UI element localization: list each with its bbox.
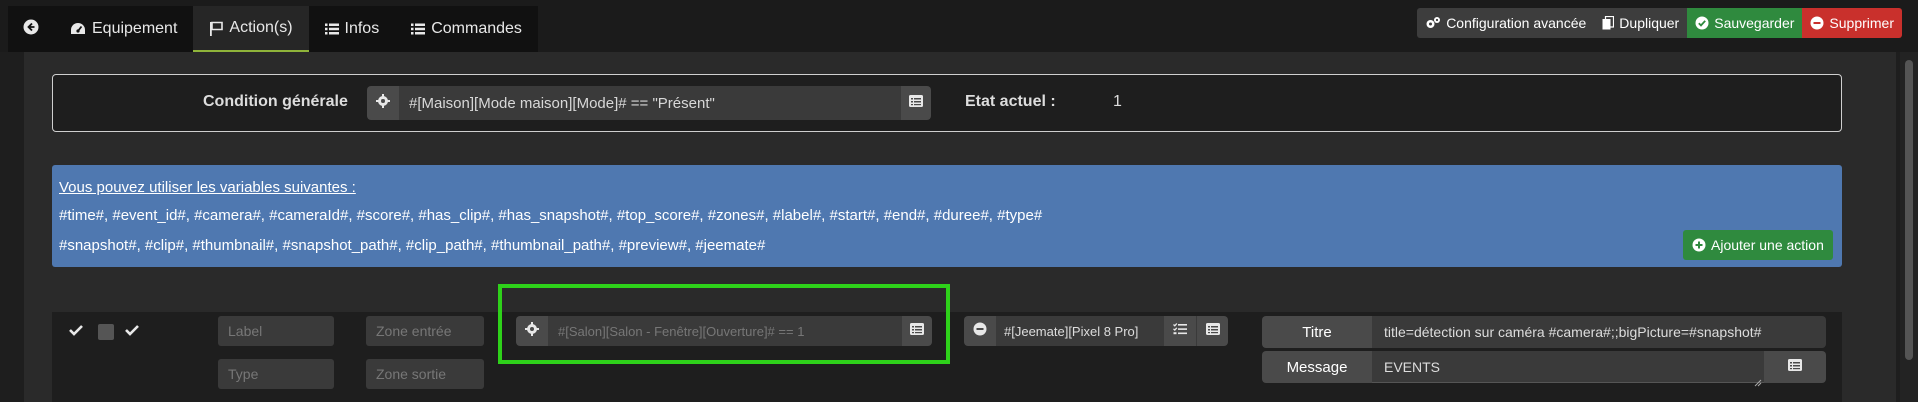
- arrow-left-circle-icon: [23, 19, 39, 40]
- supprimer-label: Supprimer: [1829, 15, 1894, 31]
- minus-circle-icon: [1810, 16, 1824, 30]
- gear-icon: [376, 93, 390, 113]
- zone-entree-input[interactable]: Zone entrée: [366, 316, 484, 346]
- command-tasks-button[interactable]: [1164, 316, 1196, 346]
- dupliquer-button[interactable]: Dupliquer: [1594, 8, 1688, 38]
- scrollbar-thumb[interactable]: [1905, 60, 1913, 360]
- tab-equipement-label: Equipement: [92, 20, 178, 37]
- minus-circle-icon: [973, 322, 987, 341]
- condition-list-button[interactable]: [901, 86, 931, 120]
- command-group: #[Jeemate][Pixel 8 Pro]: [964, 316, 1228, 346]
- label-input[interactable]: Label: [218, 316, 334, 346]
- highlight-box: [498, 284, 950, 364]
- tab-infos-label: Infos: [344, 20, 380, 37]
- tab-commandes-label: Commandes: [431, 20, 522, 37]
- config-avancee-button[interactable]: Configuration avancée: [1417, 8, 1595, 38]
- command-list-button[interactable]: [1196, 316, 1228, 346]
- message-textarea[interactable]: EVENTS: [1372, 351, 1764, 383]
- copy-icon: [1602, 16, 1615, 30]
- list-icon: [411, 23, 426, 35]
- variables-title: Vous pouvez utiliser les variables suiva…: [59, 179, 356, 196]
- type-input[interactable]: Type: [218, 359, 334, 389]
- sauvegarder-label: Sauvegarder: [1714, 15, 1795, 31]
- tab-actions[interactable]: Action(s): [193, 6, 309, 52]
- message-list-button[interactable]: [1764, 351, 1826, 383]
- condition-panel: Condition générale #[Maison][Mode maison…: [52, 74, 1842, 132]
- textarea-resize-handle[interactable]: [1754, 374, 1762, 387]
- toolbar: Configuration avancée Dupliquer Sauvegar…: [1417, 8, 1902, 38]
- check-icon: [124, 323, 140, 342]
- parallel-checkbox[interactable]: [124, 324, 140, 340]
- command-input[interactable]: #[Jeemate][Pixel 8 Pro]: [996, 316, 1164, 346]
- option-checkbox[interactable]: [98, 324, 114, 340]
- tab-commandes[interactable]: Commandes: [395, 6, 538, 52]
- condition-label: Condition générale: [203, 93, 348, 110]
- top-bar: Equipement Action(s) Infos Commandes Con…: [0, 0, 1918, 52]
- config-avancee-label: Configuration avancée: [1446, 15, 1587, 31]
- enable-checkbox[interactable]: [68, 324, 84, 340]
- dupliquer-label: Dupliquer: [1619, 15, 1680, 31]
- condition-input-group: #[Maison][Mode maison][Mode]# == "Présen…: [367, 86, 931, 120]
- check-icon: [68, 323, 84, 342]
- remove-action-button[interactable]: [964, 316, 996, 346]
- variables-line-2: #snapshot#, #clip#, #thumbnail#, #snapsh…: [59, 237, 766, 254]
- tab-actions-label: Action(s): [229, 19, 293, 36]
- gears-icon: [1425, 16, 1441, 30]
- list-alt-icon: [909, 94, 923, 112]
- back-button[interactable]: [8, 6, 54, 52]
- tab-equipement[interactable]: Equipement: [54, 6, 193, 52]
- variables-info-panel: Vous pouvez utiliser les variables suiva…: [52, 165, 1842, 267]
- condition-settings-button[interactable]: [367, 86, 399, 120]
- list-icon: [324, 23, 339, 35]
- sauvegarder-button[interactable]: Sauvegarder: [1687, 8, 1803, 38]
- etat-actuel-value: 1: [1113, 93, 1122, 110]
- list-alt-icon: [1205, 322, 1220, 340]
- tasks-icon: [1173, 322, 1187, 340]
- list-alt-icon: [1788, 358, 1802, 376]
- variables-line-1: #time#, #event_id#, #camera#, #cameraId#…: [59, 207, 1043, 224]
- add-action-button[interactable]: Ajouter une action: [1683, 230, 1833, 260]
- zone-sortie-input[interactable]: Zone sortie: [366, 359, 484, 389]
- dashboard-icon: [70, 22, 86, 36]
- tab-infos[interactable]: Infos: [309, 6, 396, 52]
- etat-actuel-label: Etat actuel :: [965, 93, 1056, 110]
- scrollbar[interactable]: [1900, 52, 1918, 402]
- check-circle-icon: [1695, 16, 1709, 30]
- flag-icon: [209, 21, 224, 36]
- add-action-label: Ajouter une action: [1711, 237, 1824, 253]
- tab-bar: Equipement Action(s) Infos Commandes: [8, 6, 538, 52]
- titre-input[interactable]: title=détection sur caméra #camera#;;big…: [1372, 316, 1826, 348]
- condition-input[interactable]: #[Maison][Mode maison][Mode]# == "Présen…: [399, 86, 901, 120]
- supprimer-button[interactable]: Supprimer: [1802, 8, 1902, 38]
- message-label: Message: [1262, 351, 1372, 383]
- titre-label: Titre: [1262, 316, 1372, 348]
- plus-circle-icon: [1692, 238, 1706, 252]
